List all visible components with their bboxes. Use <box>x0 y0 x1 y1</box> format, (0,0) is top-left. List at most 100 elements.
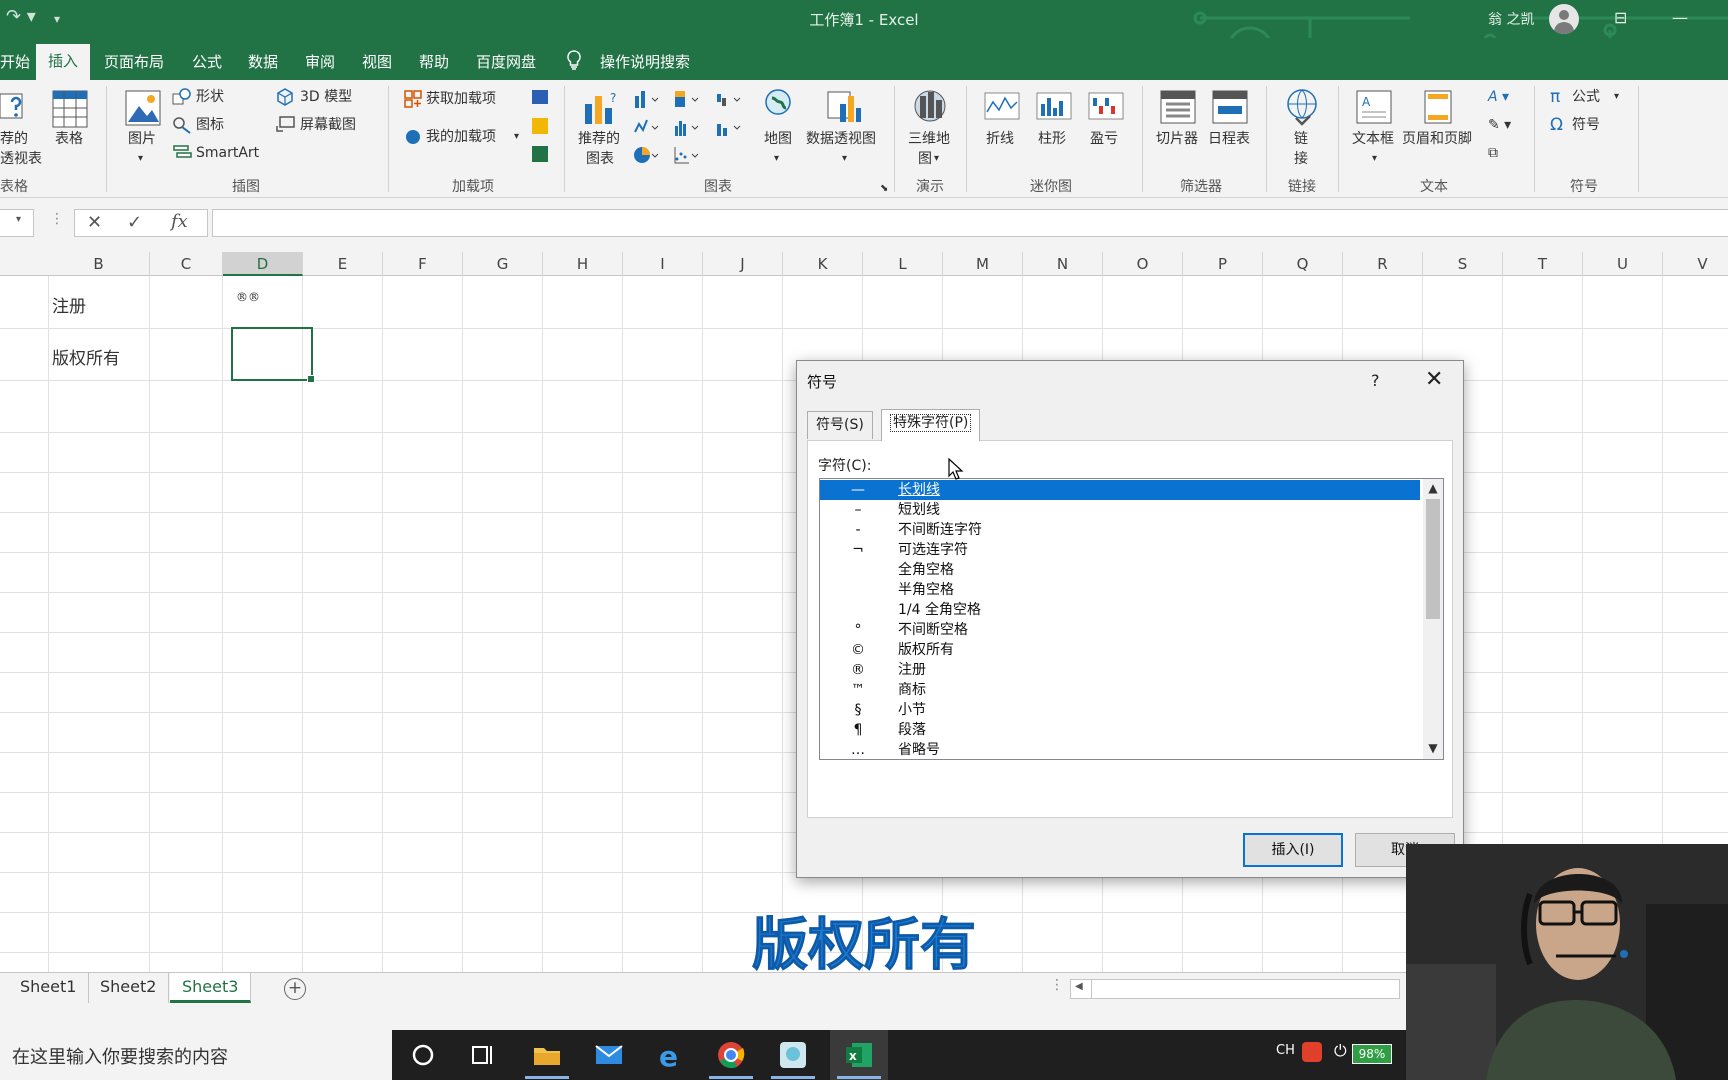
column-header-p[interactable]: P <box>1183 252 1263 276</box>
column-header-h[interactable]: H <box>543 252 623 276</box>
equation-button[interactable]: 公式 <box>1572 88 1600 106</box>
list-item[interactable]: … 省略号 <box>820 740 1420 759</box>
column-header-e[interactable]: E <box>303 252 383 276</box>
pivot-chart-button[interactable]: 数据透视图 <box>806 130 876 148</box>
column-header-v[interactable]: V <box>1663 252 1728 276</box>
column-header-q[interactable]: Q <box>1263 252 1343 276</box>
list-item[interactable]: © 版权所有 <box>820 640 1420 660</box>
app-character-icon[interactable] <box>778 1040 808 1070</box>
tab-data[interactable]: 数据 <box>248 51 278 72</box>
mail-icon[interactable] <box>594 1040 624 1070</box>
people-graph-icon[interactable] <box>532 146 548 162</box>
column-header-n[interactable]: N <box>1023 252 1103 276</box>
header-footer-button[interactable]: 页眉和页脚 <box>1402 130 1472 148</box>
column-header-t[interactable]: T <box>1503 252 1583 276</box>
power-plug-icon[interactable]: ⏻ <box>1334 1041 1347 1061</box>
scrollbar-splitter-icon[interactable]: ⋮ <box>1050 977 1064 993</box>
my-addins-button[interactable]: 我的加载项 <box>426 128 496 146</box>
slicer-button[interactable]: 切片器 <box>1156 130 1198 148</box>
active-cell-d2[interactable] <box>231 327 315 383</box>
tab-review[interactable]: 审阅 <box>305 51 335 72</box>
cell-b2[interactable]: 版权所有 <box>52 344 120 369</box>
horizontal-scrollbar[interactable]: ◀ <box>1070 979 1400 999</box>
sparkline-winloss-button[interactable]: 盈亏 <box>1090 130 1118 148</box>
list-item[interactable]: ¶ 段落 <box>820 720 1420 740</box>
column-chart-icon[interactable] <box>634 90 662 108</box>
list-vertical-scrollbar[interactable]: ▲ ▼ <box>1423 479 1443 759</box>
map-chart-button[interactable]: 地图 <box>764 130 792 148</box>
taskbar-search-box[interactable]: 在这里输入你要搜索的内容 <box>0 1030 392 1080</box>
3d-map-label-1[interactable]: 三维地 <box>908 130 950 148</box>
tab-baidu-netdisk[interactable]: 百度网盘 <box>476 51 536 72</box>
tab-page-layout[interactable]: 页面布局 <box>104 51 164 72</box>
scatter-chart-icon[interactable] <box>674 146 702 164</box>
waterfall-chart-icon[interactable] <box>716 90 744 108</box>
chrome-icon[interactable] <box>716 1040 746 1070</box>
textbox-button[interactable]: 文本框 <box>1352 130 1394 148</box>
tab-help[interactable]: 帮助 <box>419 51 449 72</box>
smartart-button[interactable]: SmartArt <box>196 144 259 162</box>
insert-function-icon[interactable]: fx <box>171 211 188 232</box>
scroll-up-icon[interactable]: ▲ <box>1423 481 1443 495</box>
insert-button[interactable]: 插入(I) <box>1243 833 1343 867</box>
ribbon-display-options-icon[interactable]: ⊟ <box>1614 8 1627 27</box>
3d-map-label-2[interactable]: 图 <box>918 150 932 168</box>
3d-model-button[interactable]: 3D 模型 <box>300 88 352 106</box>
visio-addin-icon[interactable] <box>532 90 548 104</box>
tab-insert[interactable]: 插入 <box>36 44 91 80</box>
tab-formulas[interactable]: 公式 <box>192 51 222 72</box>
list-item[interactable]: 全角空格 <box>820 560 1420 580</box>
table-button[interactable]: 表格 <box>55 130 83 148</box>
list-item[interactable]: 半角空格 <box>820 580 1420 600</box>
list-item[interactable]: ™ 商标 <box>820 680 1420 700</box>
link-label-1[interactable]: 链 <box>1294 130 1308 148</box>
column-header-f[interactable]: F <box>383 252 463 276</box>
signature-line-icon[interactable]: ✎ ▾ <box>1488 116 1511 134</box>
tab-symbols[interactable]: 符号(S) <box>807 411 873 439</box>
formula-bar-grip-icon[interactable]: ⋮ <box>50 211 64 227</box>
list-item[interactable]: 1/4 全角空格 <box>820 600 1420 620</box>
column-header-l[interactable]: L <box>863 252 943 276</box>
column-header-k[interactable]: K <box>783 252 863 276</box>
sheet-tab-2[interactable]: Sheet2 <box>88 973 170 1003</box>
list-item[interactable]: § 小节 <box>820 700 1420 720</box>
get-addins-button[interactable]: 获取加载项 <box>426 90 496 108</box>
edge-icon[interactable]: e <box>656 1040 686 1070</box>
excel-icon[interactable]: x <box>844 1040 874 1070</box>
cancel-entry-icon[interactable]: ✕ <box>87 212 102 233</box>
symbol-button[interactable]: 符号 <box>1572 116 1600 134</box>
column-header-g[interactable]: G <box>463 252 543 276</box>
line-chart-icon[interactable] <box>634 118 662 136</box>
sheet-tab-3[interactable]: Sheet3 <box>170 973 252 1003</box>
sogou-ime-icon[interactable] <box>1302 1042 1322 1062</box>
scroll-down-icon[interactable]: ▼ <box>1423 741 1443 755</box>
tab-view[interactable]: 视图 <box>362 51 392 72</box>
list-item[interactable]: - 不间断连字符 <box>820 520 1420 540</box>
enter-entry-icon[interactable]: ✓ <box>127 212 142 233</box>
cell-b1[interactable]: 注册 <box>52 292 86 317</box>
close-icon[interactable]: ✕ <box>1425 367 1443 392</box>
column-header-m[interactable]: M <box>943 252 1023 276</box>
column-header-s[interactable]: S <box>1423 252 1503 276</box>
list-item[interactable]: ¬ 可选连字符 <box>820 540 1420 560</box>
cortana-icon[interactable] <box>408 1040 438 1070</box>
picture-button[interactable]: 图片 <box>128 130 156 148</box>
tell-me-search[interactable]: 操作说明搜索 <box>600 51 690 72</box>
formula-input[interactable] <box>212 209 1728 237</box>
timeline-button[interactable]: 日程表 <box>1208 130 1250 148</box>
recommended-pivot-label-1[interactable]: 荐的 <box>0 130 28 148</box>
file-explorer-icon[interactable] <box>532 1040 562 1070</box>
add-sheet-button[interactable]: + <box>284 978 306 1000</box>
statistic-chart-icon[interactable] <box>674 118 702 136</box>
tab-home[interactable]: 开始 <box>0 51 30 72</box>
input-language[interactable]: CH <box>1276 1043 1295 1058</box>
list-item[interactable]: ® 注册 <box>820 660 1420 680</box>
wordart-icon[interactable]: A ▾ <box>1488 88 1509 106</box>
name-box[interactable]: ▾ <box>0 209 34 237</box>
icons-button[interactable]: 图标 <box>196 116 224 134</box>
hierarchy-chart-icon[interactable] <box>674 90 702 108</box>
column-header-b[interactable]: B <box>48 252 150 276</box>
battery-indicator[interactable]: 98% <box>1352 1044 1392 1064</box>
minimize-button[interactable]: — <box>1672 8 1688 27</box>
column-header-o[interactable]: O <box>1103 252 1183 276</box>
